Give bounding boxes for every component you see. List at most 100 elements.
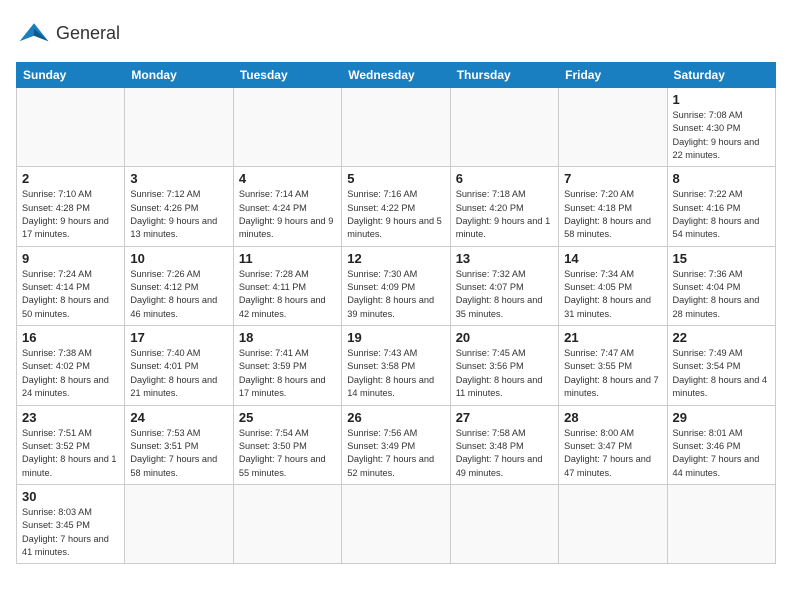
day-number: 11 — [239, 251, 336, 266]
day-info: Sunrise: 7:08 AM Sunset: 4:30 PM Dayligh… — [673, 109, 770, 162]
calendar-cell — [450, 88, 558, 167]
day-number: 29 — [673, 410, 770, 425]
day-header-wednesday: Wednesday — [342, 63, 450, 88]
calendar-cell: 3Sunrise: 7:12 AM Sunset: 4:26 PM Daylig… — [125, 167, 233, 246]
calendar-cell: 12Sunrise: 7:30 AM Sunset: 4:09 PM Dayli… — [342, 246, 450, 325]
day-header-monday: Monday — [125, 63, 233, 88]
day-info: Sunrise: 7:45 AM Sunset: 3:56 PM Dayligh… — [456, 347, 553, 400]
calendar-cell: 25 Sunrise: 7:54 AM Sunset: 3:50 PM Dayli… — [233, 405, 341, 484]
calendar-cell: 17 Sunrise: 7:40 AM Sunset: 4:01 PM Dayli… — [125, 326, 233, 405]
calendar-cell: 5Sunrise: 7:16 AM Sunset: 4:22 PM Daylig… — [342, 167, 450, 246]
day-header-friday: Friday — [559, 63, 667, 88]
day-number: 17 — [130, 330, 227, 345]
day-number: 25 — [239, 410, 336, 425]
day-info: Sunrise: 7:10 AM Sunset: 4:28 PM Dayligh… — [22, 188, 119, 241]
day-number: 2 — [22, 171, 119, 186]
calendar-cell: 2 Sunrise: 7:10 AM Sunset: 4:28 PM Daylig… — [17, 167, 125, 246]
calendar-header-row: SundayMondayTuesdayWednesdayThursdayFrid… — [17, 63, 776, 88]
logo: General — [16, 16, 120, 52]
day-header-sunday: Sunday — [17, 63, 125, 88]
calendar-cell — [233, 88, 341, 167]
day-header-thursday: Thursday — [450, 63, 558, 88]
calendar-cell: 29 Sunrise: 8:01 AM Sunset: 3:46 PM Dayli… — [667, 405, 775, 484]
calendar-cell — [342, 88, 450, 167]
calendar-cell: 6 Sunrise: 7:18 AM Sunset: 4:20 PM Daylig… — [450, 167, 558, 246]
calendar-cell: 21 Sunrise: 7:47 AM Sunset: 3:55 PM Dayli… — [559, 326, 667, 405]
day-info: Sunrise: 7:20 AM Sunset: 4:18 PM Dayligh… — [564, 188, 661, 241]
calendar-cell — [559, 484, 667, 563]
calendar-cell — [17, 88, 125, 167]
day-info: Sunrise: 7:54 AM Sunset: 3:50 PM Dayligh… — [239, 427, 336, 480]
day-number: 8 — [673, 171, 770, 186]
day-info: Sunrise: 7:28 AM Sunset: 4:11 PM Dayligh… — [239, 268, 336, 321]
day-number: 6 — [456, 171, 553, 186]
day-info: Sunrise: 7:40 AM Sunset: 4:01 PM Dayligh… — [130, 347, 227, 400]
calendar-week-1: 2 Sunrise: 7:10 AM Sunset: 4:28 PM Daylig… — [17, 167, 776, 246]
calendar-cell — [450, 484, 558, 563]
day-number: 22 — [673, 330, 770, 345]
calendar-week-3: 16Sunrise: 7:38 AM Sunset: 4:02 PM Dayli… — [17, 326, 776, 405]
calendar-cell — [125, 484, 233, 563]
day-info: Sunrise: 7:38 AM Sunset: 4:02 PM Dayligh… — [22, 347, 119, 400]
calendar-cell — [559, 88, 667, 167]
day-number: 19 — [347, 330, 444, 345]
calendar-cell: 16Sunrise: 7:38 AM Sunset: 4:02 PM Dayli… — [17, 326, 125, 405]
calendar-cell: 20Sunrise: 7:45 AM Sunset: 3:56 PM Dayli… — [450, 326, 558, 405]
day-number: 3 — [130, 171, 227, 186]
calendar-cell: 30Sunrise: 8:03 AM Sunset: 3:45 PM Dayli… — [17, 484, 125, 563]
day-info: Sunrise: 7:26 AM Sunset: 4:12 PM Dayligh… — [130, 268, 227, 321]
day-number: 15 — [673, 251, 770, 266]
logo-text: General — [56, 24, 120, 44]
day-info: Sunrise: 7:49 AM Sunset: 3:54 PM Dayligh… — [673, 347, 770, 400]
calendar-cell: 10 Sunrise: 7:26 AM Sunset: 4:12 PM Dayli… — [125, 246, 233, 325]
day-number: 18 — [239, 330, 336, 345]
day-number: 10 — [130, 251, 227, 266]
calendar-cell: 15 Sunrise: 7:36 AM Sunset: 4:04 PM Dayli… — [667, 246, 775, 325]
day-info: Sunrise: 7:32 AM Sunset: 4:07 PM Dayligh… — [456, 268, 553, 321]
day-number: 5 — [347, 171, 444, 186]
calendar-cell: 18 Sunrise: 7:41 AM Sunset: 3:59 PM Dayli… — [233, 326, 341, 405]
page-header: General — [16, 16, 776, 52]
day-number: 7 — [564, 171, 661, 186]
day-number: 12 — [347, 251, 444, 266]
day-info: Sunrise: 7:41 AM Sunset: 3:59 PM Dayligh… — [239, 347, 336, 400]
day-info: Sunrise: 7:43 AM Sunset: 3:58 PM Dayligh… — [347, 347, 444, 400]
day-info: Sunrise: 7:24 AM Sunset: 4:14 PM Dayligh… — [22, 268, 119, 321]
day-number: 21 — [564, 330, 661, 345]
day-info: Sunrise: 7:22 AM Sunset: 4:16 PM Dayligh… — [673, 188, 770, 241]
day-number: 26 — [347, 410, 444, 425]
calendar-table: SundayMondayTuesdayWednesdayThursdayFrid… — [16, 62, 776, 564]
calendar-cell: 26 Sunrise: 7:56 AM Sunset: 3:49 PM Dayli… — [342, 405, 450, 484]
calendar-cell — [342, 484, 450, 563]
calendar-cell: 14 Sunrise: 7:34 AM Sunset: 4:05 PM Dayli… — [559, 246, 667, 325]
day-number: 23 — [22, 410, 119, 425]
day-number: 9 — [22, 251, 119, 266]
calendar-week-0: 1 Sunrise: 7:08 AM Sunset: 4:30 PM Daylig… — [17, 88, 776, 167]
day-number: 30 — [22, 489, 119, 504]
calendar-cell: 13Sunrise: 7:32 AM Sunset: 4:07 PM Dayli… — [450, 246, 558, 325]
day-number: 14 — [564, 251, 661, 266]
day-header-saturday: Saturday — [667, 63, 775, 88]
day-info: Sunrise: 7:53 AM Sunset: 3:51 PM Dayligh… — [130, 427, 227, 480]
day-number: 4 — [239, 171, 336, 186]
calendar-cell — [233, 484, 341, 563]
day-info: Sunrise: 7:56 AM Sunset: 3:49 PM Dayligh… — [347, 427, 444, 480]
day-info: Sunrise: 7:58 AM Sunset: 3:48 PM Dayligh… — [456, 427, 553, 480]
calendar-week-4: 23Sunrise: 7:51 AM Sunset: 3:52 PM Dayli… — [17, 405, 776, 484]
day-info: Sunrise: 7:47 AM Sunset: 3:55 PM Dayligh… — [564, 347, 661, 400]
day-info: Sunrise: 7:36 AM Sunset: 4:04 PM Dayligh… — [673, 268, 770, 321]
day-number: 1 — [673, 92, 770, 107]
calendar-cell: 23Sunrise: 7:51 AM Sunset: 3:52 PM Dayli… — [17, 405, 125, 484]
day-info: Sunrise: 7:14 AM Sunset: 4:24 PM Dayligh… — [239, 188, 336, 241]
day-number: 27 — [456, 410, 553, 425]
day-info: Sunrise: 7:18 AM Sunset: 4:20 PM Dayligh… — [456, 188, 553, 241]
calendar-cell: 1 Sunrise: 7:08 AM Sunset: 4:30 PM Daylig… — [667, 88, 775, 167]
calendar-cell: 9 Sunrise: 7:24 AM Sunset: 4:14 PM Daylig… — [17, 246, 125, 325]
calendar-cell: 19 Sunrise: 7:43 AM Sunset: 3:58 PM Dayli… — [342, 326, 450, 405]
day-info: Sunrise: 7:34 AM Sunset: 4:05 PM Dayligh… — [564, 268, 661, 321]
day-number: 24 — [130, 410, 227, 425]
calendar-cell: 27 Sunrise: 7:58 AM Sunset: 3:48 PM Dayli… — [450, 405, 558, 484]
day-info: Sunrise: 8:01 AM Sunset: 3:46 PM Dayligh… — [673, 427, 770, 480]
day-number: 28 — [564, 410, 661, 425]
calendar-cell: 22 Sunrise: 7:49 AM Sunset: 3:54 PM Dayli… — [667, 326, 775, 405]
